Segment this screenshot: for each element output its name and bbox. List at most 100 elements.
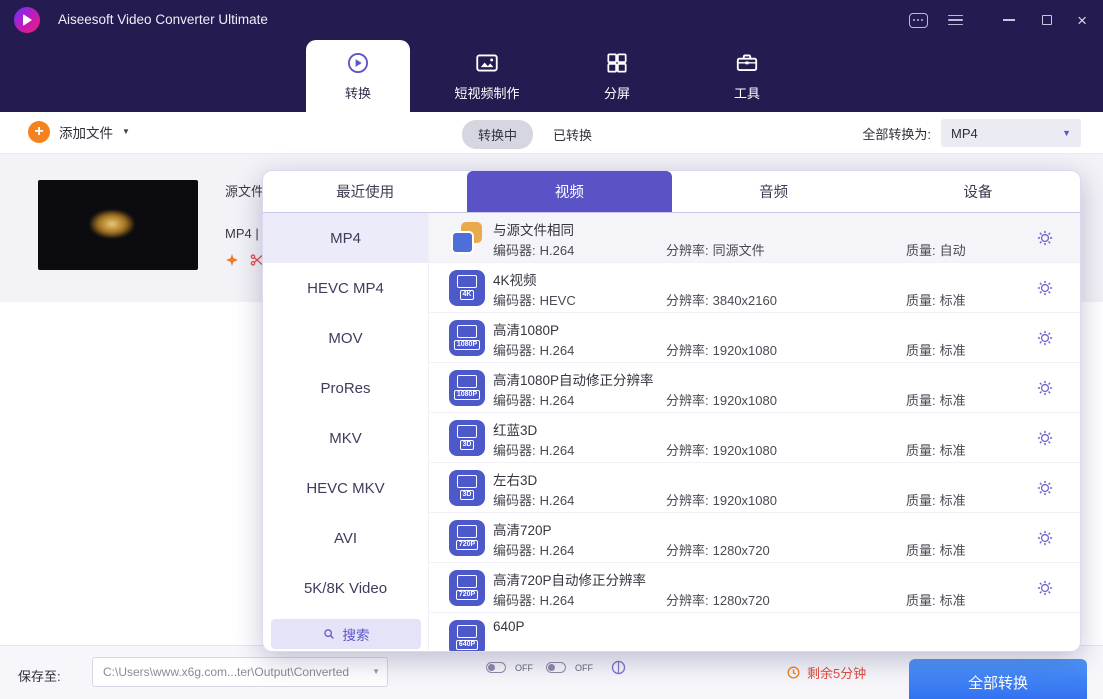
tab-convert[interactable]: 转换	[306, 40, 410, 112]
gear-icon[interactable]	[1036, 329, 1054, 347]
sidebar-item-mp4[interactable]: MP4	[263, 213, 428, 263]
sidebar-item-mov[interactable]: MOV	[263, 313, 428, 363]
popup-tabs: 最近使用 视频 音频 设备	[263, 171, 1080, 213]
sidebar-item-hevc-mkv[interactable]: HEVC MKV	[263, 463, 428, 513]
toggle-switch-icon[interactable]	[486, 662, 506, 673]
feedback-icon[interactable]	[909, 13, 928, 28]
quality-value: 标准	[940, 593, 966, 608]
bottom-mini-toggles: OFF OFF	[486, 659, 627, 676]
preset-row-720p-autofix[interactable]: 720P 高清720P自动修正分辨率 编码器:H.264 分辨率:1280x72…	[429, 563, 1080, 613]
preset-meta: 编码器:HEVC 分辨率:3840x2160 质量:标准	[493, 290, 1030, 308]
tab-video[interactable]: 视频	[467, 171, 671, 212]
preset-meta: 编码器:H.264 分辨率:1920x1080 质量:标准	[493, 390, 1030, 408]
preset-row-sbs-3d[interactable]: 3D 左右3D 编码器:H.264 分辨率:1920x1080 质量:标准	[429, 463, 1080, 513]
convert-all-button[interactable]: 全部转换	[909, 659, 1087, 699]
chevron-down-icon[interactable]: ▼	[372, 668, 380, 676]
sidebar-item-hevc-mp4[interactable]: HEVC MP4	[263, 263, 428, 313]
toggle-switch-icon[interactable]	[546, 662, 566, 673]
encoder-label: 编码器:	[493, 593, 536, 608]
quality-label: 质量:	[906, 593, 936, 608]
quality-value: 自动	[940, 243, 966, 258]
preset-title: 红蓝3D	[493, 419, 537, 439]
resolution-label: 分辨率:	[666, 293, 709, 308]
queue-toggle: 转换中 已转换	[462, 120, 592, 149]
video-thumbnail[interactable]	[38, 180, 198, 270]
tab-toolbox[interactable]: 工具	[692, 40, 802, 112]
format-badge-icon: 720P	[449, 520, 485, 556]
mv-icon	[474, 50, 500, 76]
tab-label: 工具	[734, 83, 760, 102]
preset-row-4k[interactable]: 4K 4K视频 编码器:HEVC 分辨率:3840x2160 质量:标准	[429, 263, 1080, 313]
gear-icon[interactable]	[1036, 379, 1054, 397]
quality-value: 标准	[940, 543, 966, 558]
quality-label: 质量:	[906, 343, 936, 358]
screen-glyph	[457, 325, 477, 338]
preset-meta: 编码器:H.264 分辨率:1280x720 质量:标准	[493, 590, 1030, 608]
gear-icon[interactable]	[1036, 479, 1054, 497]
chevron-down-icon[interactable]: ▼	[122, 128, 130, 136]
output-path-input[interactable]	[92, 657, 388, 687]
preset-title: 高清1080P自动修正分辨率	[493, 369, 654, 389]
tab-recent[interactable]: 最近使用	[263, 171, 467, 212]
minimize-icon	[1003, 19, 1015, 21]
tab-mv-maker[interactable]: 短视频制作	[428, 40, 546, 112]
sidebar-item-mkv[interactable]: MKV	[263, 413, 428, 463]
tab-converted[interactable]: 已转换	[553, 125, 592, 144]
preset-row-640p[interactable]: 640P 640P	[429, 613, 1080, 652]
dots-icon	[913, 19, 915, 21]
preset-row-same-as-source[interactable]: 与源文件相同 编码器:H.264 分辨率:同源文件 质量:自动	[429, 213, 1080, 263]
toolbar: + 添加文件 ▼ 转换中 已转换 全部转换为: MP4 ▼	[0, 112, 1103, 154]
quality-label: 质量:	[906, 443, 936, 458]
quality-value: 标准	[940, 443, 966, 458]
menu-icon[interactable]	[948, 15, 963, 26]
preset-row-1080p[interactable]: 1080P 高清1080P 编码器:H.264 分辨率:1920x1080 质量…	[429, 313, 1080, 363]
badge-text: 1080P	[454, 340, 480, 350]
preset-list: 与源文件相同 编码器:H.264 分辨率:同源文件 质量:自动 4K 4K视频 …	[429, 213, 1080, 652]
preset-title: 4K视频	[493, 269, 537, 289]
preset-title: 高清720P	[493, 519, 552, 539]
tab-split-screen[interactable]: 分屏	[562, 40, 672, 112]
tab-audio[interactable]: 音频	[672, 171, 876, 212]
split-screen-icon	[604, 50, 630, 76]
format-picker-popup: 最近使用 视频 音频 设备 MP4 HEVC MP4 MOV ProRes MK…	[262, 170, 1081, 652]
quality-value: 标准	[940, 293, 966, 308]
resolution-value: 1920x1080	[713, 443, 777, 458]
sidebar-item-prores[interactable]: ProRes	[263, 363, 428, 413]
format-badge-icon: 1080P	[449, 320, 485, 356]
output-format-select[interactable]: MP4 ▼	[941, 119, 1081, 147]
format-badge-icon: 3D	[449, 420, 485, 456]
gear-icon[interactable]	[1036, 429, 1054, 447]
sidebar-item-avi[interactable]: AVI	[263, 513, 428, 563]
app-logo-icon	[14, 7, 40, 33]
tab-converting[interactable]: 转换中	[462, 120, 533, 149]
resolution-label: 分辨率:	[666, 593, 709, 608]
maximize-button[interactable]	[1039, 15, 1055, 25]
preset-meta: 编码器:H.264 分辨率:1920x1080 质量:标准	[493, 440, 1030, 458]
gear-icon[interactable]	[1036, 229, 1054, 247]
tab-device[interactable]: 设备	[876, 171, 1080, 212]
resolution-label: 分辨率:	[666, 493, 709, 508]
preset-row-anaglyph-3d[interactable]: 3D 红蓝3D 编码器:H.264 分辨率:1920x1080 质量:标准	[429, 413, 1080, 463]
sidebar-item-5k8k[interactable]: 5K/8K Video	[263, 563, 428, 613]
preset-title: 高清720P自动修正分辨率	[493, 569, 646, 589]
gear-icon[interactable]	[1036, 529, 1054, 547]
enhance-icon[interactable]	[224, 252, 240, 268]
gear-icon[interactable]	[1036, 279, 1054, 297]
close-button[interactable]: ×	[1077, 12, 1087, 29]
output-format-value: MP4	[951, 126, 978, 141]
add-files-button[interactable]: + 添加文件 ▼	[28, 121, 130, 143]
quality-label: 质量:	[906, 493, 936, 508]
minimize-button[interactable]	[1001, 19, 1017, 21]
screen-glyph	[457, 575, 477, 588]
preset-row-1080p-autofix[interactable]: 1080P 高清1080P自动修正分辨率 编码器:H.264 分辨率:1920x…	[429, 363, 1080, 413]
compare-icon[interactable]	[610, 659, 627, 676]
output-path-box[interactable]: ▼	[92, 657, 388, 687]
gear-icon[interactable]	[1036, 579, 1054, 597]
same-as-source-icon	[449, 220, 485, 256]
preset-title: 左右3D	[493, 469, 537, 489]
maximize-icon	[1042, 15, 1052, 25]
encoder-label: 编码器:	[493, 343, 536, 358]
preset-title: 与源文件相同	[493, 219, 574, 239]
search-button[interactable]: 搜索	[271, 619, 421, 649]
preset-row-720p[interactable]: 720P 高清720P 编码器:H.264 分辨率:1280x720 质量:标准	[429, 513, 1080, 563]
